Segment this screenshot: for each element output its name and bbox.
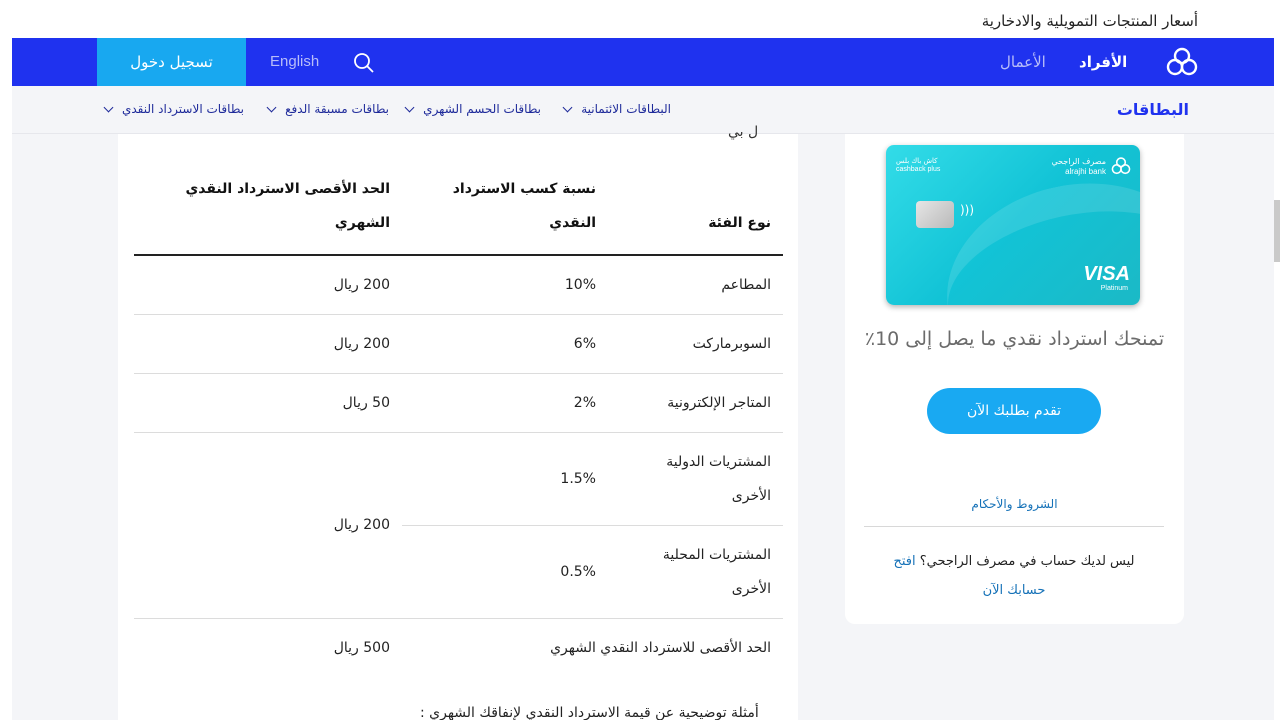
open-account-link[interactable]: حسابك الآن [983,583,1046,598]
chevron-down-icon [266,102,277,113]
language-switch[interactable]: English [270,53,319,70]
cards-title[interactable]: البطاقات [1117,100,1189,119]
scrollbar[interactable] [1274,0,1280,720]
cell-category: السوبرماركت [608,314,783,374]
contactless-icon: ))) [960,203,975,217]
cashback-table: نوع الفئة نسبة كسب الاسترداد النقدي الحد … [134,162,783,678]
card-tier: Platinum [1100,285,1128,292]
visa-logo: VISA [1083,263,1130,285]
divider [864,526,1164,527]
cell-category: المشتريات المحلية الأخرى [608,525,783,619]
table-row: المطاعم 10% 200 ريال [134,255,783,315]
card-brand-ar: مصرف الراجحي [1051,157,1106,166]
scrollbar-thumb[interactable] [1274,200,1280,262]
cell-cap: 200 ريال [134,314,402,374]
terms-link[interactable]: الشروط والأحكام [845,497,1184,511]
card-brand-en: alrajhi bank [1065,167,1106,176]
nav-business[interactable]: الأعمال [1000,53,1046,71]
cell-cap: 50 ريال [134,373,402,433]
chevron-down-icon [103,102,114,113]
card-product-en: cashback plus [896,166,941,173]
cell-cap: 200 ريال [134,255,402,315]
card-product-ar: كاش باك بلس [896,157,938,165]
cell-rate: 2% [402,373,608,433]
subnav-credit-cards[interactable]: البطاقات الائتمانية [562,102,671,116]
header-rate: نسبة كسب الاسترداد النقدي [402,162,608,256]
open-link[interactable]: افتح [893,554,915,569]
chevron-down-icon [562,102,573,113]
table-row: السوبرماركت 6% 200 ريال [134,314,783,374]
apply-now-button[interactable]: تقدم بطلبك الآن [927,388,1101,434]
login-button[interactable]: تسجيل دخول [97,38,246,86]
table-row: المشتريات الدولية الأخرى 1.5% 200 ريال [134,432,783,619]
subnav-charge-cards[interactable]: بطاقات الحسم الشهري [404,102,541,116]
cashback-card-image: ))) مصرف الراجحي alrajhi bank كاش باك بل… [886,145,1140,305]
table-row: الحد الأقصى للاسترداد النقدي الشهري 500 … [134,618,783,678]
cell-cap: 500 ريال [333,640,390,657]
cell-rate: 1.5% [402,432,608,526]
cell-category: المشتريات الدولية الأخرى [608,432,783,526]
cell-rate: 10% [402,255,608,315]
table-row: المتاجر الإلكترونية 2% 50 ريال [134,373,783,433]
sub-nav: البطاقات البطاقات الائتمانية بطاقات الحس… [12,86,1274,134]
cell-cap-merged: 200 ريال [134,432,402,619]
cell-category: المتاجر الإلكترونية [608,373,783,433]
cell-rate: 6% [402,314,608,374]
examples-heading: أمثلة توضيحية عن قيمة الاسترداد النقدي ل… [420,705,759,720]
main-nav: تسجيل دخول English الأعمال الأفراد [12,38,1274,86]
subnav-prepaid-cards[interactable]: بطاقات مسبقة الدفع [266,102,389,116]
alrajhi-logo-icon[interactable] [1164,46,1200,78]
cell-category: الحد الأقصى للاسترداد النقدي الشهري [550,640,771,657]
alrajhi-logo-icon [1111,157,1131,175]
search-icon[interactable] [352,51,376,75]
top-bar: أسعار المنتجات التمويلية والادخارية [0,0,1280,38]
subnav-cashback-cards[interactable]: بطاقات الاسترداد النقدي [103,102,244,116]
truncated-text: ل بي [728,124,759,140]
nav-individuals[interactable]: الأفراد [1079,53,1127,71]
chevron-down-icon [404,102,415,113]
products-prices-link[interactable]: أسعار المنتجات التمويلية والادخارية [982,12,1198,30]
cell-category: المطاعم [608,255,783,315]
cell-rate: 0.5% [402,525,608,619]
open-account-prompt: ليس لديك حساب في مصرف الراجحي؟ افتح حساب… [893,554,1135,598]
cashback-offer-text: تمنحك استرداد نقدي ما يصل إلى 10٪ [864,328,1165,350]
header-category: نوع الفئة [608,162,783,256]
header-cap: الحد الأقصى الاسترداد النقدي الشهري [134,162,402,256]
chip-icon [916,201,954,228]
